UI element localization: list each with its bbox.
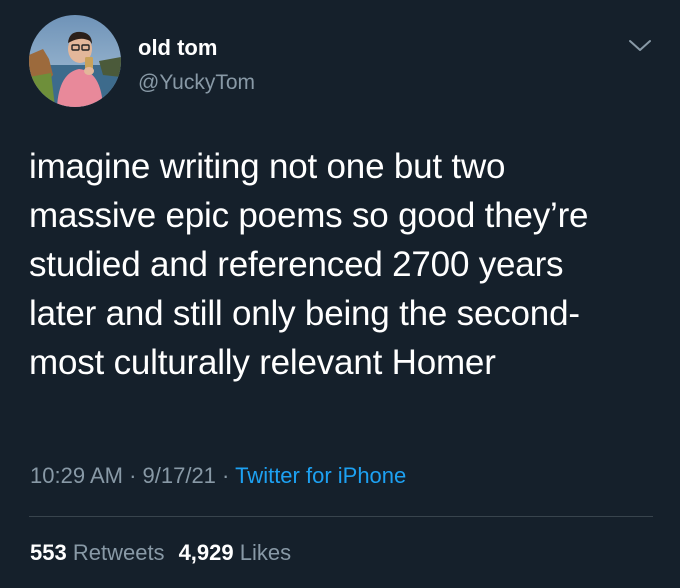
tweet-text-line: imagine writing not one but two bbox=[29, 147, 506, 186]
user-handle[interactable]: @YuckyTom bbox=[138, 70, 255, 96]
retweets-count: 553 bbox=[30, 540, 67, 565]
tweet: old tom @YuckyTom imagine writing not on… bbox=[0, 0, 680, 588]
chevron-down-icon[interactable] bbox=[628, 38, 652, 54]
tweet-time[interactable]: 10:29 AM bbox=[30, 463, 123, 488]
likes-count: 4,929 bbox=[178, 540, 234, 565]
tweet-text-line: studied and referenced 2700 years bbox=[29, 245, 564, 284]
tweet-text: imagine writing not one but two massive … bbox=[29, 142, 669, 387]
retweets-stat[interactable]: 553 Retweets bbox=[30, 540, 165, 565]
avatar[interactable] bbox=[29, 15, 121, 107]
tweet-text-line: most culturally relevant Homer bbox=[29, 343, 496, 382]
likes-stat[interactable]: 4,929 Likes bbox=[179, 540, 292, 565]
meta-separator: · bbox=[215, 463, 236, 488]
avatar-photo bbox=[29, 15, 121, 107]
tweet-date[interactable]: 9/17/21 bbox=[143, 463, 216, 488]
tweet-source-link[interactable]: Twitter for iPhone bbox=[235, 463, 406, 488]
likes-label: Likes bbox=[239, 540, 292, 565]
divider bbox=[29, 516, 653, 517]
tweet-stats: 553 Retweets 4,929 Likes bbox=[30, 539, 291, 567]
tweet-meta: 10:29 AM · 9/17/21 · Twitter for iPhone bbox=[30, 462, 406, 490]
tweet-text-line: later and still only being the second- bbox=[29, 294, 580, 333]
display-name[interactable]: old tom bbox=[138, 35, 217, 61]
tweet-text-line: massive epic poems so good they’re bbox=[29, 196, 589, 235]
retweets-label: Retweets bbox=[72, 540, 165, 565]
meta-separator: · bbox=[122, 463, 143, 488]
